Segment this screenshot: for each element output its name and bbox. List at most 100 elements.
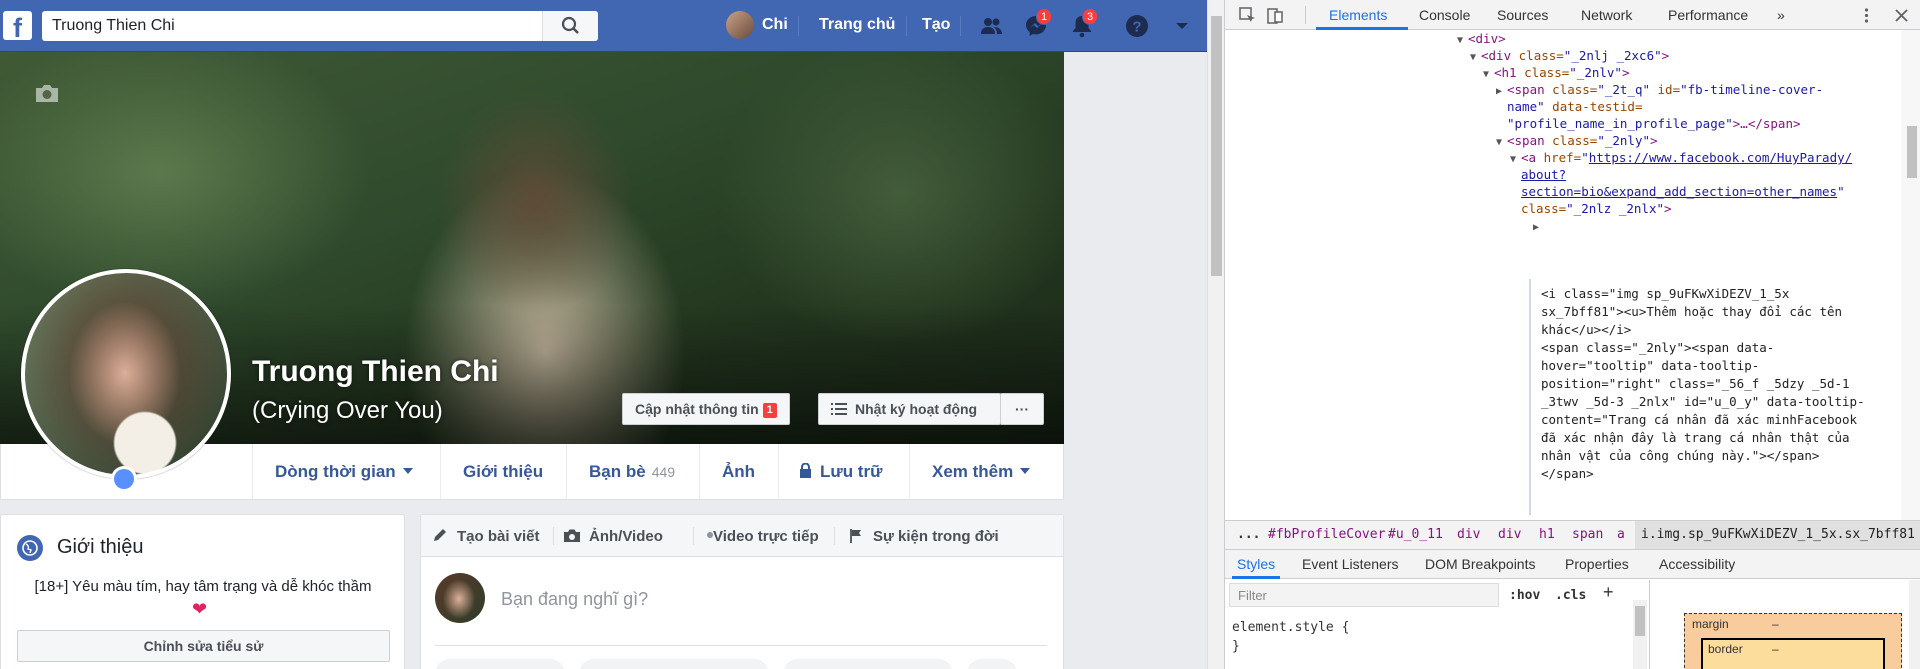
live-video-tab[interactable]: Video trực tiếp: [713, 528, 819, 545]
create-post-tab[interactable]: Tạo bài viết: [457, 528, 540, 545]
more-options-label: ···: [1015, 401, 1029, 417]
friend-requests-icon[interactable]: [978, 13, 1004, 39]
dom-value: "_2nly": [1597, 133, 1650, 148]
lock-icon: [800, 462, 811, 478]
margin-label: margin: [1692, 617, 1729, 631]
expand-triangle-icon[interactable]: ▼: [1457, 32, 1468, 49]
dom-scrollbar-thumb[interactable]: [1907, 126, 1917, 178]
breadcrumb-item[interactable]: h1: [1539, 521, 1555, 549]
facebook-logo-icon[interactable]: f: [3, 11, 32, 40]
search-input[interactable]: Truong Thien Chi: [52, 17, 175, 35]
tab-sources[interactable]: Sources: [1497, 7, 1548, 23]
profile-picture[interactable]: [21, 269, 231, 479]
tab-photos[interactable]: Ảnh: [699, 444, 783, 499]
expand-triangle-icon[interactable]: ▶: [1496, 83, 1507, 100]
more-options-button[interactable]: ···: [1000, 393, 1044, 425]
inspect-element-icon[interactable]: [1239, 7, 1256, 24]
post-input[interactable]: Bạn đang nghĩ gì?: [501, 589, 648, 610]
edit-html-panel[interactable]: <i class="img sp_9uFKwXiDEZV_1_5x sx_7bf…: [1529, 279, 1901, 515]
margin-value: –: [1772, 617, 1779, 631]
activity-log-button[interactable]: Nhật ký hoạt động: [818, 393, 1001, 425]
new-style-rule-button[interactable]: +: [1603, 582, 1614, 603]
heart-icon: ❤: [192, 599, 208, 619]
tab-console[interactable]: Console: [1419, 7, 1470, 23]
composer-option-chip[interactable]: [783, 659, 953, 669]
edit-bio-button[interactable]: Chỉnh sửa tiểu sử: [17, 630, 390, 662]
breadcrumb-item[interactable]: a: [1617, 521, 1625, 549]
dom-tree[interactable]: ▼ <div> ▼ <div class="_2nlj _2xc6"> ▼ <h1 c…: [1225, 30, 1920, 520]
dom-node[interactable]: ▶: [1533, 217, 1544, 236]
tab-friends[interactable]: Bạn bè 449: [566, 444, 699, 499]
dom-value: ": [1837, 184, 1845, 199]
more-tabs-button[interactable]: »: [1777, 7, 1785, 23]
camera-icon[interactable]: [34, 82, 60, 104]
page-scrollbar[interactable]: [1207, 0, 1224, 669]
breadcrumb-item[interactable]: #u_0_11: [1388, 521, 1443, 549]
facebook-topbar: f Truong Thien Chi Chi Trang chủ Tạo 1 3…: [0, 0, 1207, 52]
composer-option-chip[interactable]: [967, 659, 1017, 669]
dom-tag: <h1: [1494, 65, 1525, 80]
tab-properties[interactable]: Properties: [1565, 556, 1629, 572]
expand-triangle-icon[interactable]: ▼: [1483, 66, 1494, 83]
expand-triangle-icon[interactable]: ▼: [1470, 49, 1481, 66]
device-toolbar-icon[interactable]: [1267, 7, 1284, 24]
composer-option-chip[interactable]: [579, 659, 769, 669]
tab-performance[interactable]: Performance: [1668, 7, 1748, 23]
hov-toggle[interactable]: :hov: [1509, 588, 1540, 603]
tab-styles[interactable]: Styles: [1237, 556, 1275, 572]
breadcrumb-item[interactable]: div: [1498, 521, 1521, 549]
search-box[interactable]: Truong Thien Chi: [42, 11, 598, 41]
home-link[interactable]: Trang chủ: [819, 16, 895, 34]
tab-archive[interactable]: Lưu trữ: [778, 444, 909, 499]
breadcrumb-item-selected[interactable]: i.img.sp_9uFKwXiDEZV_1_5x.sx_7bff81: [1635, 521, 1920, 549]
photo-video-tab[interactable]: Ảnh/Video: [589, 528, 663, 545]
tab-about[interactable]: Giới thiệu: [440, 444, 570, 499]
tab-elements[interactable]: Elements: [1329, 7, 1387, 23]
update-info-button[interactable]: Cập nhật thông tin 1: [622, 393, 790, 425]
profile-link[interactable]: Chi: [762, 16, 788, 34]
dom-link[interactable]: https://www.facebook.com/HuyParady/: [1589, 150, 1852, 165]
tab-dom-breakpoints[interactable]: DOM Breakpoints: [1425, 556, 1535, 572]
dom-tag: >…</span>: [1732, 116, 1801, 131]
dom-scrollbar[interactable]: [1901, 30, 1920, 520]
styles-filter-input[interactable]: Filter: [1229, 583, 1499, 607]
user-avatar[interactable]: [726, 11, 754, 39]
tab-timeline[interactable]: Dòng thời gian: [252, 444, 440, 499]
dom-attr: class=: [1518, 48, 1564, 63]
search-button[interactable]: [542, 11, 598, 41]
expand-triangle-icon[interactable]: ▼: [1496, 134, 1507, 151]
dom-link[interactable]: about?: [1521, 167, 1566, 182]
tab-event-listeners[interactable]: Event Listeners: [1302, 556, 1399, 572]
styles-scrollbar[interactable]: [1633, 600, 1647, 669]
tab-accessibility[interactable]: Accessibility: [1659, 556, 1735, 572]
tab-more[interactable]: Xem thêm: [909, 444, 1064, 499]
dom-link[interactable]: section=bio&expand_add_section=other_nam…: [1521, 184, 1837, 199]
page-scrollbar-thumb[interactable]: [1211, 16, 1222, 276]
dom-source-line: nhân vật của công chúng này."></span>: [1541, 448, 1820, 463]
composer-option-chip[interactable]: [435, 659, 565, 669]
breadcrumb-item[interactable]: #fbProfileCover: [1268, 521, 1385, 549]
dom-tag: <div: [1481, 48, 1519, 63]
flag-icon: [850, 529, 861, 543]
expand-triangle-icon[interactable]: ▼: [1510, 151, 1521, 168]
create-link[interactable]: Tạo: [922, 16, 950, 34]
life-event-tab[interactable]: Sự kiện trong đời: [873, 528, 999, 545]
kebab-menu-icon[interactable]: [1858, 7, 1875, 24]
box-model-pane: margin – border –: [1649, 580, 1920, 669]
account-menu-caret-icon[interactable]: [1169, 13, 1195, 39]
close-devtools-icon[interactable]: [1893, 7, 1910, 24]
box-model-scrollbar[interactable]: [1909, 580, 1920, 669]
composer-divider: [553, 527, 554, 545]
tab-network[interactable]: Network: [1581, 7, 1632, 23]
element-style-rule[interactable]: element.style { }: [1232, 618, 1349, 656]
composer-divider: [435, 645, 1047, 646]
cls-toggle[interactable]: .cls: [1555, 588, 1586, 603]
breadcrumb-item[interactable]: div: [1457, 521, 1480, 549]
breadcrumb-item[interactable]: span: [1572, 521, 1603, 549]
expand-triangle-icon[interactable]: ▶: [1533, 219, 1544, 236]
help-icon[interactable]: ?: [1124, 13, 1150, 39]
dom-value: "_2nlv": [1569, 65, 1622, 80]
dom-attr: href=: [1543, 150, 1582, 165]
styles-scrollbar-thumb[interactable]: [1635, 606, 1645, 636]
breadcrumb-item[interactable]: ...: [1237, 521, 1260, 549]
